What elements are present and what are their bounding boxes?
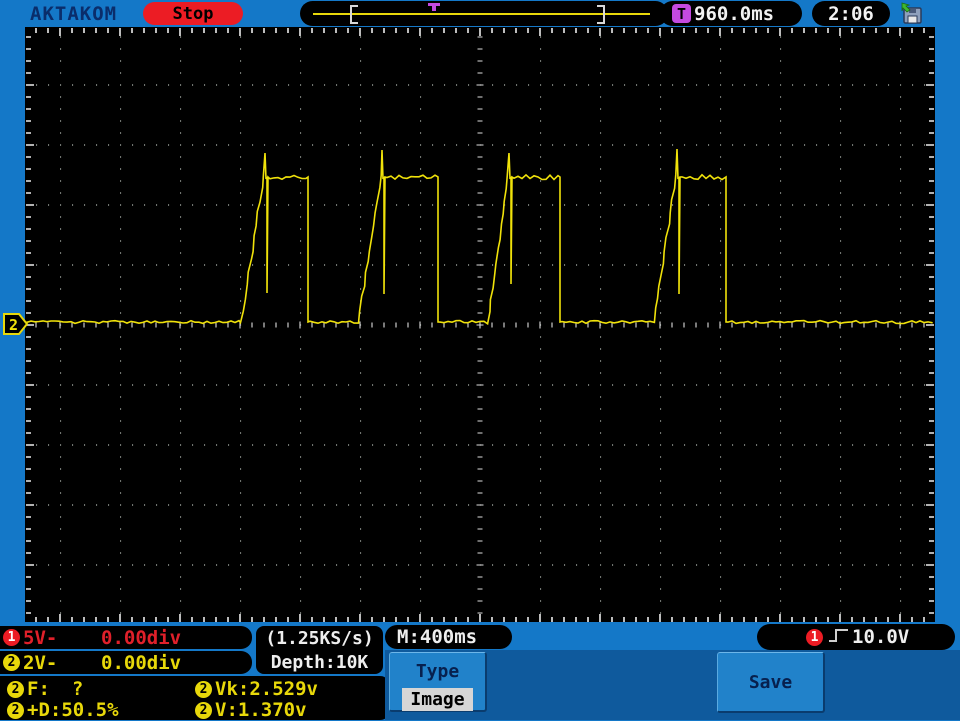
acquisition-info-block: (1.25KS/s) Depth:10K — [256, 626, 383, 674]
brand-label: AKTAKOM — [30, 3, 118, 25]
scope-graticule-and-trace — [23, 28, 934, 622]
measurement-value: 2.529v — [249, 678, 318, 700]
channel2-badge: 2 — [3, 654, 20, 671]
waveform-display — [23, 27, 935, 622]
measurement-channel-badge: 2 — [195, 680, 212, 698]
storage-icon — [899, 2, 925, 30]
trigger-level-value: 10.0V — [852, 626, 910, 648]
channel1-position: 0.00div — [101, 626, 182, 649]
channel1-scale: 5V- — [23, 626, 58, 649]
measurement-value: 50.5% — [61, 699, 119, 721]
save-button-label: Save — [748, 671, 793, 693]
measurement-vk: 2 Vk: 2.529v — [192, 678, 318, 700]
measurement-channel-badge: 2 — [195, 701, 212, 719]
right-bracket-icon — [597, 5, 605, 24]
channel2-status-row: 2 2V- 0.00div — [0, 651, 252, 674]
channel1-status-row: 1 5V- 0.00div — [0, 626, 252, 649]
timebase-badge: M:400ms — [385, 625, 512, 649]
horizontal-position-indicator — [300, 1, 668, 26]
measurement-label: Vk: — [215, 678, 250, 700]
trigger-source-badge: 1 — [806, 628, 823, 646]
run-state-label: Stop — [172, 3, 214, 24]
measurement-channel-badge: 2 — [7, 701, 24, 719]
type-button[interactable]: Type Image — [389, 652, 487, 712]
measurement-value: ? — [71, 678, 84, 700]
sample-rate-label: (1.25KS/s) — [265, 627, 374, 649]
save-button[interactable]: Save — [717, 652, 825, 713]
run-state-badge[interactable]: Stop — [143, 2, 243, 25]
trigger-status-badge: 1 10.0V — [757, 624, 955, 650]
rising-edge-icon — [828, 626, 850, 649]
channel2-position: 0.00div — [101, 651, 182, 674]
measurement-duty: 2 +D: 50.5% — [4, 699, 119, 721]
soft-menu-panel: Type Image Save — [385, 650, 960, 720]
measurement-label: +D: — [27, 699, 62, 721]
channel2-marker-label: 2 — [9, 316, 18, 334]
measurement-voltage: 2 V: 1.370v — [192, 699, 307, 721]
trigger-time-badge: T 960.0ms — [660, 1, 802, 26]
channel2-position-marker: 2 — [3, 312, 29, 340]
timebase-label: M:400ms — [397, 626, 478, 648]
left-bracket-icon — [350, 5, 358, 24]
channel2-scale: 2V- — [23, 651, 58, 674]
channel1-badge: 1 — [3, 629, 20, 646]
trigger-position-icon — [428, 3, 440, 11]
measurement-label: F: — [27, 678, 50, 700]
type-selected-option[interactable]: Image — [402, 688, 473, 711]
measurement-channel-badge: 2 — [7, 680, 24, 698]
clock: 2:06 — [812, 1, 890, 26]
measurements-block: 2 F: ? 2 Vk: 2.529v 2 +D: 50.5% 2 V: 1.3… — [0, 676, 390, 721]
measurement-label: V: — [215, 699, 238, 721]
measurement-value: 1.370v — [237, 699, 307, 721]
memory-depth-label: Depth:10K — [270, 651, 369, 673]
trigger-time-value: 960.0ms — [694, 2, 775, 25]
trigger-icon: T — [672, 4, 691, 23]
measurement-frequency: 2 F: ? — [4, 678, 83, 700]
type-button-label: Type — [415, 661, 460, 682]
